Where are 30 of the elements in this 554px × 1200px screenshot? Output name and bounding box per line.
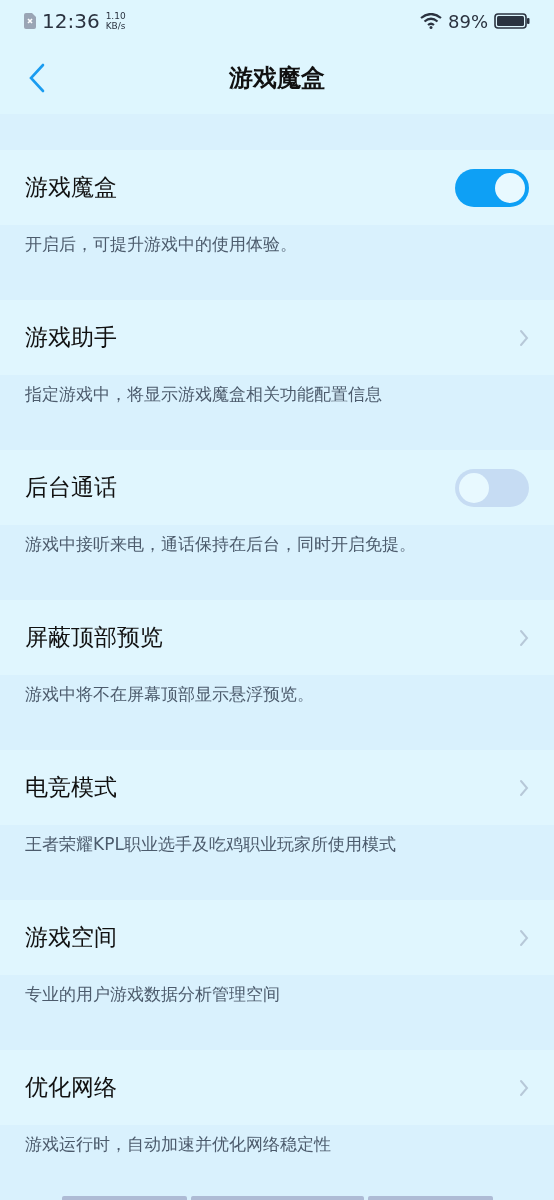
setting-description: 游戏中将不在屏幕顶部显示悬浮预览。 [25,684,314,704]
chevron-right-icon [519,778,529,797]
toggle-switch[interactable] [455,468,529,507]
setting-description: 专业的用户游戏数据分析管理空间 [25,984,280,1004]
back-icon[interactable] [29,63,45,93]
chevron-right-icon [519,928,529,947]
chevron-right-icon [519,328,529,347]
settings-row[interactable]: 游戏魔盒 [0,150,554,225]
network-speed-unit: KB/s [105,21,126,31]
chevron-right-icon [519,1078,529,1097]
battery-icon [494,13,530,29]
sim-card-icon [24,13,36,29]
settings-row[interactable]: 后台通话 [0,450,554,525]
settings-row[interactable]: 屏蔽顶部预览 [0,600,554,675]
wifi-icon [420,13,442,29]
toggle-switch[interactable] [455,168,529,207]
clock-time: 12:36 [42,9,100,33]
settings-row[interactable]: 电竞模式 [0,750,554,825]
settings-row[interactable]: 优化网络 [0,1050,554,1125]
setting-description: 王者荣耀KPL职业选手及吃鸡职业玩家所使用模式 [25,834,396,854]
page-title: 游戏魔盒 [229,63,325,94]
network-speed-value: 1.10 [105,11,126,21]
setting-description: 游戏运行时，自动加速并优化网络稳定性 [25,1134,331,1154]
battery-percent: 89% [448,10,488,32]
settings-row[interactable]: 游戏空间 [0,900,554,975]
setting-description: 游戏中接听来电，通话保持在后台，同时开启免提。 [25,534,416,554]
chevron-right-icon [519,628,529,647]
setting-description: 指定游戏中，将显示游戏魔盒相关功能配置信息 [25,384,382,404]
settings-row[interactable]: 游戏助手 [0,300,554,375]
setting-description: 开启后，可提升游戏中的使用体验。 [25,234,297,254]
